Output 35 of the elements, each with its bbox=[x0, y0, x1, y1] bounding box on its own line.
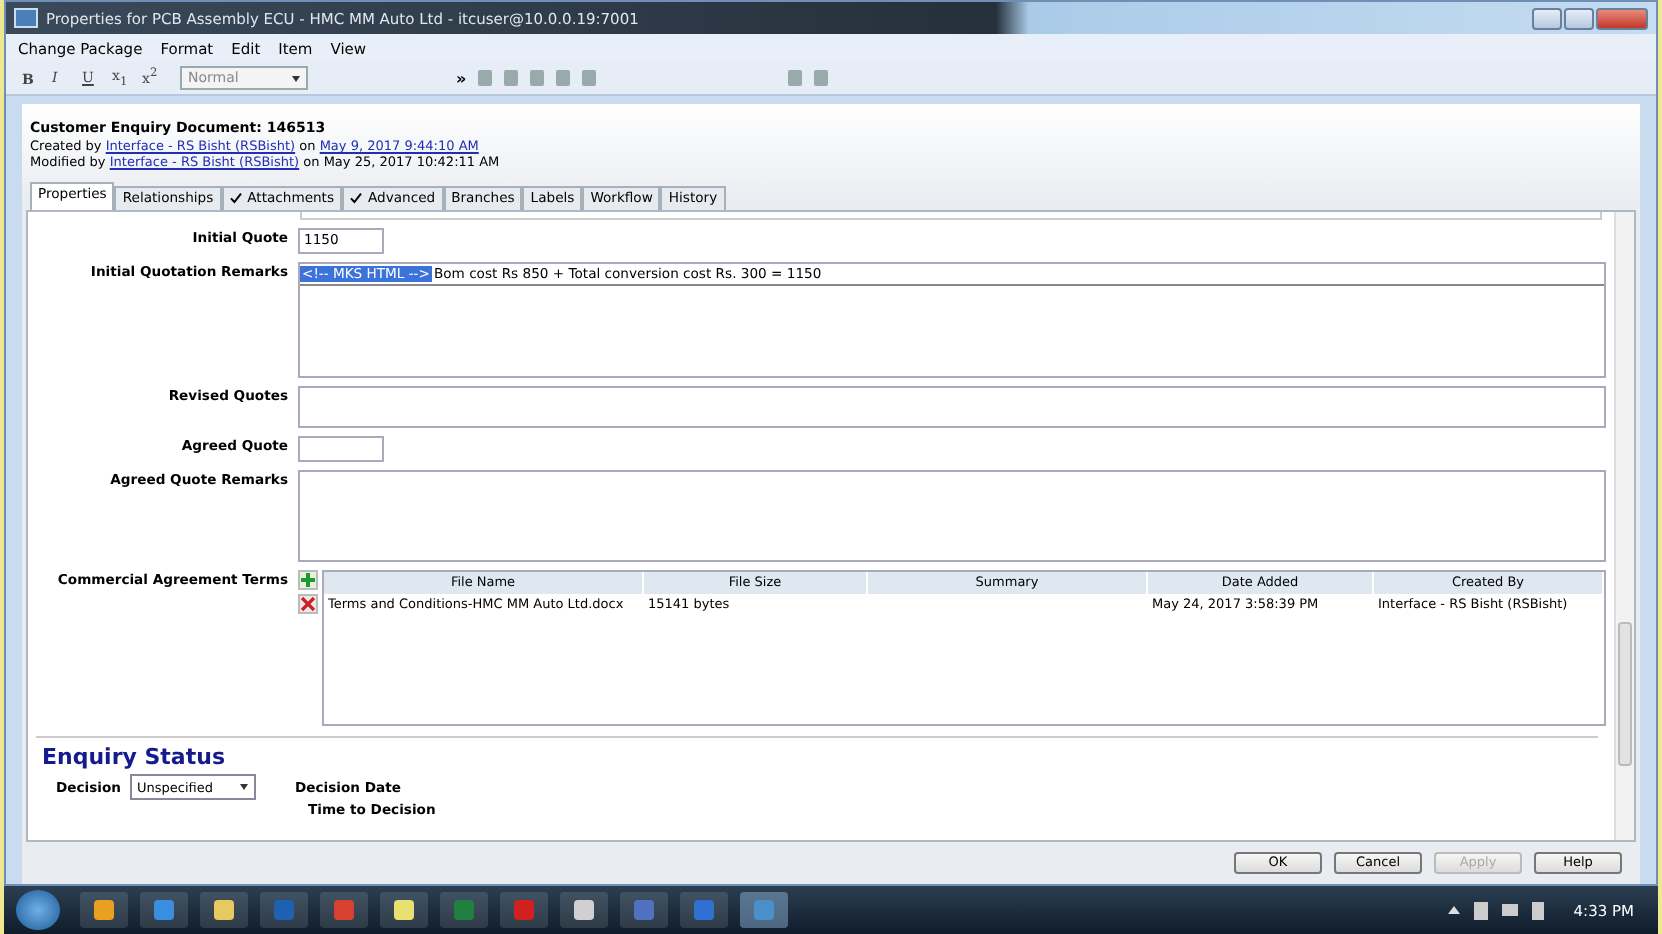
caret-icon bbox=[292, 75, 300, 81]
text-area[interactable] bbox=[298, 470, 1606, 562]
taskbar-app-button[interactable] bbox=[200, 892, 248, 928]
app-logo-icon bbox=[14, 8, 38, 28]
caret-icon bbox=[239, 784, 247, 790]
app-icon bbox=[94, 900, 114, 920]
app-icon bbox=[454, 900, 474, 920]
minimize-icon[interactable] bbox=[1532, 7, 1562, 29]
taskbar-app-button[interactable] bbox=[140, 892, 188, 928]
start-button[interactable] bbox=[16, 890, 60, 930]
section-heading: Enquiry Status bbox=[40, 744, 227, 770]
app-icon bbox=[574, 900, 594, 920]
delete-icon[interactable] bbox=[298, 594, 318, 614]
app-icon bbox=[394, 900, 414, 920]
add-icon[interactable] bbox=[298, 570, 318, 590]
app-icon bbox=[154, 900, 174, 920]
taskbar-app-button[interactable] bbox=[560, 892, 608, 928]
tray-arrow-icon[interactable] bbox=[1447, 906, 1460, 914]
app-icon bbox=[514, 900, 534, 920]
check-icon bbox=[350, 192, 363, 205]
taskbar-app-button[interactable] bbox=[80, 892, 128, 928]
app-icon bbox=[694, 900, 714, 920]
app-icon bbox=[214, 900, 234, 920]
overflow-button[interactable]: » bbox=[456, 69, 467, 87]
app-icon bbox=[334, 900, 354, 920]
vertical-scrollbar[interactable] bbox=[1614, 212, 1634, 840]
check-icon bbox=[229, 192, 242, 205]
close-icon[interactable] bbox=[1596, 7, 1648, 29]
app-icon bbox=[634, 900, 654, 920]
maximize-icon[interactable] bbox=[1564, 7, 1594, 29]
taskbar-app-button[interactable] bbox=[380, 892, 428, 928]
app-icon bbox=[274, 900, 294, 920]
app-icon bbox=[754, 900, 774, 920]
input-field[interactable] bbox=[298, 386, 1606, 428]
input-field[interactable] bbox=[298, 436, 384, 462]
